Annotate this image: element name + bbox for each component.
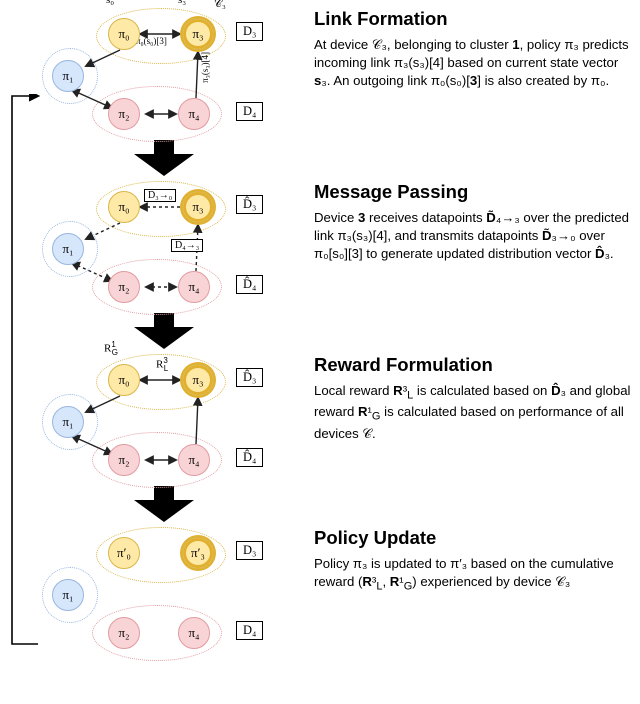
stage3-heading: Reward Formulation bbox=[314, 354, 634, 376]
stage1-body: At device 𝒞₃, belonging to cluster 1, po… bbox=[314, 36, 634, 89]
node-pi0: π₀ bbox=[108, 364, 140, 396]
node-pi4: π₄ bbox=[178, 271, 210, 303]
stage2-heading: Message Passing bbox=[314, 181, 634, 203]
dist-D3hat-box: D̂₃ bbox=[236, 195, 263, 214]
stage2-body: Device 3 receives datapoints D̃₄→₃ over … bbox=[314, 209, 634, 262]
dist-D4hat-box: D̂₄ bbox=[236, 448, 263, 467]
stage-policy-update: π′₀ π′₃ π₁ π₂ π₄ D₃ D₄ Policy Update Pol… bbox=[6, 527, 634, 657]
msg-box-4to3: D̃₄→₃ bbox=[171, 239, 203, 252]
node-pi3-prime: π′₃ bbox=[182, 537, 214, 569]
node-pi2: π₂ bbox=[108, 271, 140, 303]
stage4-heading: Policy Update bbox=[314, 527, 634, 549]
stage-link-formation: s₀ s₃ 𝒞₃ π₀(s₀)[3] π₃(s₃)[4] π₀ π₃ π₁ π₂… bbox=[6, 8, 634, 138]
graph-stage1: s₀ s₃ 𝒞₃ π₀(s₀)[3] π₃(s₃)[4] π₀ π₃ π₁ π₂… bbox=[48, 8, 278, 138]
node-pi0: π₀ bbox=[108, 18, 140, 50]
node-pi2: π₂ bbox=[108, 617, 140, 649]
graph-stage2: D̃₃→₀ D̃₄→₃ π₀ π₃ π₁ π₂ π₄ D̂₃ D̂₄ bbox=[48, 181, 278, 311]
node-pi4: π₄ bbox=[178, 617, 210, 649]
stage4-body: Policy π₃ is updated to π′₃ based on the… bbox=[314, 555, 634, 594]
graph-stage3: R1G R3L π₀ π₃ π₁ π₂ π₄ D̂₃ D̂₄ bbox=[48, 354, 278, 484]
node-pi4: π₄ bbox=[178, 444, 210, 476]
down-arrow-2 bbox=[134, 313, 194, 349]
node-pi1: π₁ bbox=[52, 406, 84, 438]
graph-stage4: π′₀ π′₃ π₁ π₂ π₄ D₃ D₄ bbox=[48, 527, 278, 657]
stage1-heading: Link Formation bbox=[314, 8, 634, 30]
device-c3-label: 𝒞₃ bbox=[214, 0, 226, 11]
dist-D4-box: D₄ bbox=[236, 621, 263, 640]
edge-label-p3s34: π₃(s₃)[4] bbox=[200, 52, 210, 83]
dist-D3-box: D₃ bbox=[236, 22, 263, 41]
msg-box-3to0: D̃₃→₀ bbox=[144, 189, 176, 202]
state-s3-label: s₃ bbox=[178, 0, 186, 6]
stage3-body: Local reward R³L is calculated based on … bbox=[314, 382, 634, 443]
dist-D4-box: D₄ bbox=[236, 102, 263, 121]
state-s0-label: s₀ bbox=[106, 0, 114, 6]
node-pi1: π₁ bbox=[52, 60, 84, 92]
stage-reward-formulation: R1G R3L π₀ π₃ π₁ π₂ π₄ D̂₃ D̂₄ Reward Fo… bbox=[6, 354, 634, 484]
node-pi3: π₃ bbox=[182, 18, 214, 50]
reward-local-label: R3L bbox=[156, 356, 168, 373]
reward-global-label: R1G bbox=[104, 340, 118, 357]
down-arrow-3 bbox=[134, 486, 194, 522]
node-pi0-prime: π′₀ bbox=[108, 537, 140, 569]
node-pi2: π₂ bbox=[108, 98, 140, 130]
dist-D4hat-box: D̂₄ bbox=[236, 275, 263, 294]
node-pi1: π₁ bbox=[52, 579, 84, 611]
node-pi3: π₃ bbox=[182, 364, 214, 396]
node-pi3: π₃ bbox=[182, 191, 214, 223]
node-pi4: π₄ bbox=[178, 98, 210, 130]
stage-message-passing: D̃₃→₀ D̃₄→₃ π₀ π₃ π₁ π₂ π₄ D̂₃ D̂₄ Messa… bbox=[6, 181, 634, 311]
down-arrow-1 bbox=[134, 140, 194, 176]
edge-label-p0s03: π₀(s₀)[3] bbox=[136, 36, 167, 46]
node-pi2: π₂ bbox=[108, 444, 140, 476]
dist-D3hat-box: D̂₃ bbox=[236, 368, 263, 387]
node-pi0: π₀ bbox=[108, 191, 140, 223]
node-pi1: π₁ bbox=[52, 233, 84, 265]
dist-D3-box: D₃ bbox=[236, 541, 263, 560]
